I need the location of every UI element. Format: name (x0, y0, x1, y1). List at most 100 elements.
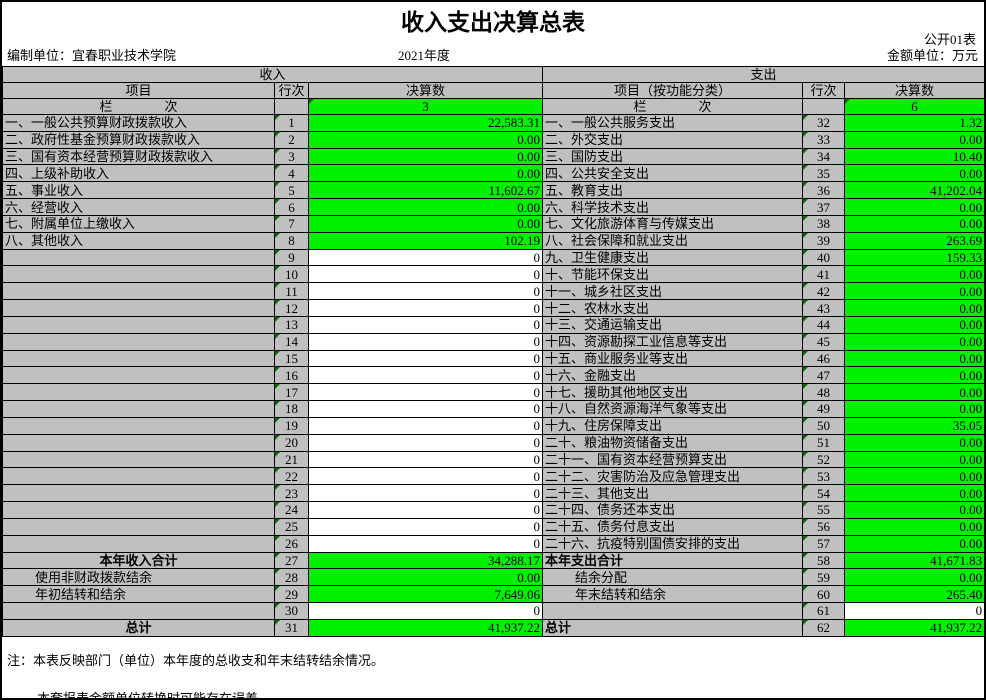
income-item-label (3, 434, 275, 451)
expenditure-amount: 159.33 (845, 249, 985, 266)
comment-marker-icon (275, 586, 280, 591)
expenditure-item-label: 二十四、债务还本支出 (543, 502, 803, 519)
income-amount: 7,649.06 (309, 586, 543, 603)
expenditure-item-label: 二十、粮油物资储备支出 (543, 434, 803, 451)
income-item-label (3, 518, 275, 535)
income-item-label: 二、政府性基金预算财政拨款收入 (3, 131, 275, 148)
income-amount: 0 (309, 502, 543, 519)
expenditure-item-label: 十七、援助其他地区支出 (543, 384, 803, 401)
income-row-number: 28 (275, 569, 309, 586)
income-row-number: 14 (275, 333, 309, 350)
table-row: 110十一、城乡社区支出420.00 (3, 283, 985, 300)
income-item-label (3, 384, 275, 401)
income-row-number: 30 (275, 603, 309, 620)
expenditure-row-number: 60 (803, 586, 845, 603)
income-amount: 0 (309, 468, 543, 485)
comment-marker-icon (803, 620, 808, 625)
table-row: 90九、卫生健康支出40159.33 (3, 249, 985, 266)
table-row: 250二十五、债务付息支出560.00 (3, 518, 985, 535)
comment-marker-icon (275, 132, 280, 137)
comment-marker-icon (275, 468, 280, 473)
expenditure-row-number: 40 (803, 249, 845, 266)
comment-marker-icon (275, 452, 280, 457)
comment-marker-icon (803, 435, 808, 440)
expenditure-row-number: 42 (803, 283, 845, 300)
comment-marker-icon (803, 165, 808, 170)
expenditure-amount: 0.00 (845, 283, 985, 300)
table-body: 一、一般公共预算财政拨款收入122,583.31一、一般公共服务支出321.32… (3, 115, 985, 637)
expenditure-amount: 0.00 (845, 434, 985, 451)
income-amount: 102.19 (309, 232, 543, 249)
expenditure-column-index: 6 (845, 99, 985, 115)
income-amount: 0.00 (309, 131, 543, 148)
income-amount: 0 (309, 603, 543, 620)
comment-marker-icon (803, 553, 808, 558)
expenditure-amount: 0.00 (845, 165, 985, 182)
expenditure-rowno-header: 行次 (803, 83, 845, 99)
income-amount: 0 (309, 266, 543, 283)
comment-marker-icon (803, 149, 808, 154)
income-row-number: 15 (275, 350, 309, 367)
comment-marker-icon (803, 367, 808, 372)
comment-marker-icon (275, 603, 280, 608)
income-section-header: 收入 (3, 67, 543, 83)
note-line-2: 本套报表金额单位转换时可能存在误差。 (2, 669, 984, 700)
comment-marker-icon (275, 266, 280, 271)
comment-marker-icon (275, 435, 280, 440)
comment-marker-icon (275, 418, 280, 423)
income-lanci-rowno-cell (275, 99, 309, 115)
expenditure-amount: 0.00 (845, 266, 985, 283)
income-amount: 0.00 (309, 199, 543, 216)
income-row-number: 24 (275, 502, 309, 519)
comment-marker-icon (803, 502, 808, 507)
expenditure-column-index-value: 6 (911, 99, 918, 114)
note-line-1: 注：本表反映部门（单位）本年度的总收支和年末结转结余情况。 (2, 637, 984, 669)
expenditure-row-number: 33 (803, 131, 845, 148)
table-row: 三、国有资本经营预算财政拨款收入30.00三、国防支出3410.40 (3, 148, 985, 165)
expenditure-amount: 0 (845, 603, 985, 620)
table-row: 160十六、金融支出470.00 (3, 367, 985, 384)
comment-marker-icon (275, 519, 280, 524)
column-index-row: 栏 次 3 栏 次 6 (3, 99, 985, 115)
comment-marker-icon (275, 300, 280, 305)
income-amount-header: 决算数 (309, 83, 543, 99)
income-item-label: 七、附属单位上缴收入 (3, 215, 275, 232)
expenditure-amount: 0.00 (845, 569, 985, 586)
income-amount: 0.00 (309, 165, 543, 182)
income-item-label (3, 485, 275, 502)
comment-marker-icon (275, 384, 280, 389)
income-item-label: 六、经营收入 (3, 199, 275, 216)
expenditure-item-label: 二十五、债务付息支出 (543, 518, 803, 535)
expenditure-item-label: 一、一般公共服务支出 (543, 115, 803, 132)
expenditure-amount: 0.00 (845, 350, 985, 367)
expenditure-amount: 0.00 (845, 300, 985, 317)
expenditure-amount: 0.00 (845, 535, 985, 552)
income-item-label: 三、国有资本经营预算财政拨款收入 (3, 148, 275, 165)
comment-marker-icon (275, 233, 280, 238)
expenditure-item-label: 二十六、抗疫特别国债安排的支出 (543, 535, 803, 552)
comment-marker-icon (275, 334, 280, 339)
income-row-number: 2 (275, 131, 309, 148)
expenditure-row-number: 44 (803, 316, 845, 333)
income-item-header: 项目 (3, 83, 275, 99)
expenditure-item-label: 二十一、国有资本经营预算支出 (543, 451, 803, 468)
expenditure-amount: 41,202.04 (845, 182, 985, 199)
expenditure-amount: 0.00 (845, 384, 985, 401)
income-rowno-header: 行次 (275, 83, 309, 99)
table-row: 本年收入合计2734,288.17本年支出合计5841,671.83 (3, 552, 985, 569)
expenditure-lanci-rowno-cell (803, 99, 845, 115)
income-row-number: 4 (275, 165, 309, 182)
comment-marker-icon (803, 418, 808, 423)
income-item-label: 总计 (3, 619, 275, 636)
expenditure-item-label: 结余分配 (543, 569, 803, 586)
org-label: 编制单位：宜春职业技术学院 (7, 45, 176, 64)
comment-marker-icon (275, 165, 280, 170)
expenditure-amount: 0.00 (845, 451, 985, 468)
comment-marker-icon (275, 351, 280, 356)
income-item-label (3, 535, 275, 552)
comment-marker-icon (275, 250, 280, 255)
income-amount: 0 (309, 451, 543, 468)
income-item-label (3, 333, 275, 350)
expenditure-amount: 0.00 (845, 468, 985, 485)
income-lanci-cell: 栏 次 (3, 99, 275, 115)
